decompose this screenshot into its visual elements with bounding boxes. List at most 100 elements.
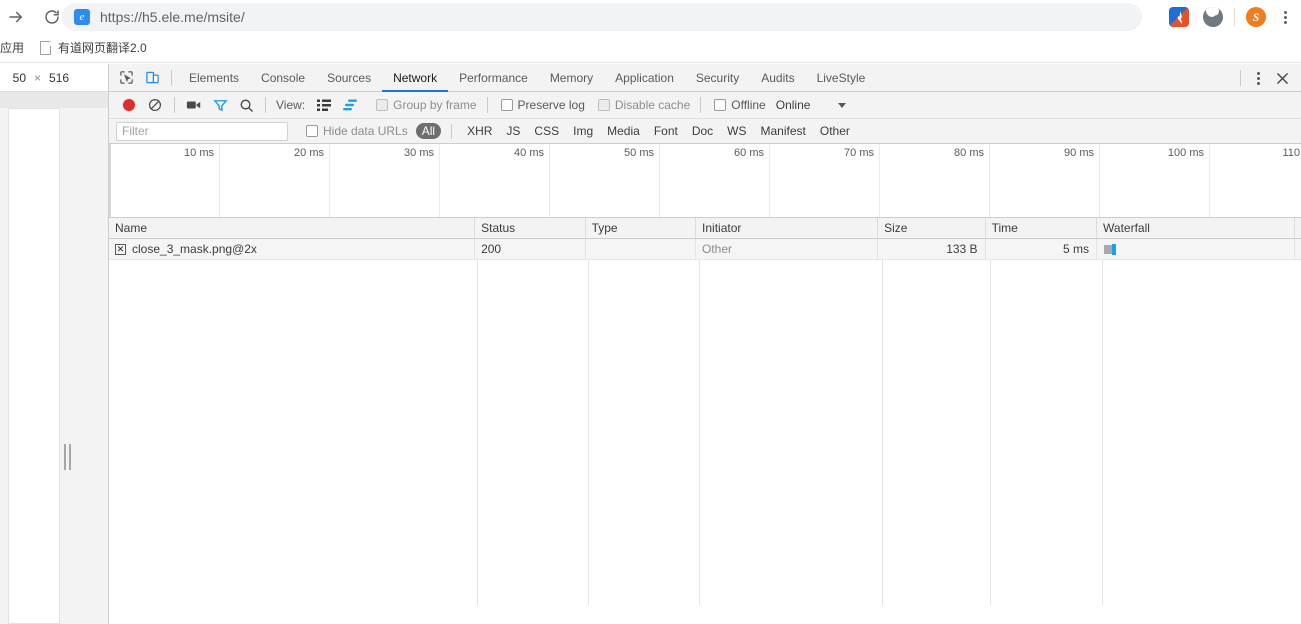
filter-type-img[interactable]: Img — [567, 123, 599, 139]
checkbox-box — [306, 125, 318, 137]
toolbar-divider — [174, 97, 175, 113]
cell-name[interactable]: ✕ close_3_mask.png@2x — [109, 239, 476, 259]
list-view-icon[interactable] — [311, 92, 337, 118]
filter-type-js[interactable]: JS — [500, 123, 526, 139]
address-bar-url[interactable]: https://h5.ele.me/msite/ — [100, 9, 245, 25]
broken-image-icon: ✕ — [115, 243, 126, 255]
clear-icon[interactable] — [142, 92, 168, 118]
browser-menu-icon[interactable] — [1273, 3, 1297, 31]
column-header-name[interactable]: Name — [109, 218, 476, 238]
device-viewport[interactable] — [8, 108, 60, 624]
device-width-input[interactable] — [0, 70, 26, 85]
filter-type-ws[interactable]: WS — [721, 123, 752, 139]
toolbar-divider — [265, 97, 266, 113]
close-devtools-icon[interactable] — [1269, 65, 1295, 91]
resource-type-filters: All XHR JS CSS Img Media Font Doc WS Man… — [415, 123, 857, 139]
avatar[interactable]: S — [1242, 3, 1270, 31]
omnibox[interactable]: e https://h5.ele.me/msite/ — [62, 3, 1142, 31]
table-row[interactable]: ✕ close_3_mask.png@2x 200 Other 133 B 5 … — [109, 239, 1301, 260]
cell-spacer — [1295, 239, 1301, 259]
chevron-down-icon — [838, 102, 847, 108]
requests-table: Name Status Type Initiator Size Time Wat… — [109, 218, 1301, 605]
tab-console[interactable]: Console — [250, 64, 316, 92]
device-resize-handle[interactable] — [62, 438, 72, 476]
toolbar-divider — [1240, 70, 1241, 86]
tab-elements[interactable]: Elements — [178, 64, 250, 92]
disable-cache-checkbox[interactable]: Disable cache — [593, 98, 690, 112]
inspect-element-icon[interactable] — [113, 65, 139, 91]
hide-data-urls-checkbox[interactable]: Hide data URLs — [301, 124, 408, 138]
preserve-log-checkbox[interactable]: Preserve log — [496, 98, 585, 112]
filter-type-other[interactable]: Other — [814, 123, 856, 139]
column-header-time[interactable]: Time — [986, 218, 1098, 238]
bookmark-bar: 应用 有道网页翻译2.0 — [0, 33, 1301, 63]
thunder-extension-icon[interactable] — [1165, 3, 1193, 31]
device-height-input[interactable] — [49, 70, 84, 85]
devtools-panel: Elements Console Sources Network Perform… — [108, 64, 1301, 624]
waterfall-view-icon[interactable] — [337, 92, 363, 118]
cell-waterfall[interactable] — [1097, 239, 1296, 259]
hide-data-urls-label: Hide data URLs — [323, 124, 408, 138]
browser-toolbar: e https://h5.ele.me/msite/ S — [0, 0, 1301, 33]
tab-application[interactable]: Application — [604, 64, 685, 92]
bookmark-item-youdao[interactable]: 有道网页翻译2.0 — [40, 39, 147, 56]
filter-input[interactable] — [116, 121, 288, 141]
devtools-tabbar-right — [1234, 64, 1301, 92]
overview-tick-80ms: 80 ms — [954, 147, 984, 159]
waterfall-download-bar — [1112, 244, 1117, 255]
table-empty-area — [109, 260, 1301, 605]
tab-security[interactable]: Security — [685, 64, 750, 92]
tab-livestyle[interactable]: LiveStyle — [806, 64, 877, 92]
globe-extension-icon[interactable] — [1199, 3, 1227, 31]
checkbox-box — [376, 99, 389, 111]
column-header-initiator[interactable]: Initiator — [696, 218, 879, 238]
column-header-waterfall[interactable]: Waterfall — [1097, 218, 1295, 238]
device-toolbar: × — [0, 64, 108, 92]
column-header-size[interactable]: Size — [878, 218, 986, 238]
filter-type-all[interactable]: All — [415, 123, 442, 139]
filter-icon[interactable] — [207, 92, 233, 118]
filter-type-manifest[interactable]: Manifest — [755, 123, 812, 139]
record-button-icon[interactable] — [116, 92, 142, 118]
view-label: View: — [276, 98, 306, 112]
column-header-spacer — [1295, 218, 1301, 238]
tab-network[interactable]: Network — [382, 64, 448, 92]
device-toolbar-icon[interactable] — [139, 65, 165, 91]
camera-icon[interactable] — [181, 92, 207, 118]
extension-icons: S — [1162, 3, 1297, 31]
network-overview[interactable]: 10 ms 20 ms 30 ms 40 ms 50 ms 60 ms 70 m… — [109, 144, 1301, 218]
filter-type-font[interactable]: Font — [648, 123, 684, 139]
request-name: close_3_mask.png@2x — [132, 241, 257, 256]
search-icon[interactable] — [233, 92, 259, 118]
browser-window: e https://h5.ele.me/msite/ S 应用 有道网页翻译2.… — [0, 0, 1301, 624]
offline-checkbox[interactable]: Offline — [709, 98, 766, 112]
tab-sources[interactable]: Sources — [316, 64, 382, 92]
tab-memory[interactable]: Memory — [539, 64, 604, 92]
devtools-tabbar: Elements Console Sources Network Perform… — [109, 64, 1301, 92]
bookmark-item-label: 有道网页翻译2.0 — [58, 41, 147, 55]
overview-tick-90ms: 90 ms — [1064, 147, 1094, 159]
throttling-select[interactable]: Online — [776, 98, 847, 112]
throttling-value: Online — [775, 98, 811, 112]
overview-tick-30ms: 30 ms — [404, 147, 434, 159]
overview-tick-50ms: 50 ms — [624, 147, 654, 159]
filter-type-xhr[interactable]: XHR — [461, 123, 498, 139]
waterfall-queue-bar — [1104, 245, 1113, 254]
tab-audits[interactable]: Audits — [750, 64, 805, 92]
toolbar-divider — [171, 69, 172, 86]
device-emulation-area: × — [0, 64, 108, 624]
bookmark-apps-label[interactable]: 应用 — [0, 39, 30, 56]
table-header-row: Name Status Type Initiator Size Time Wat… — [109, 218, 1301, 239]
table-column-lines — [109, 260, 1301, 605]
group-by-frame-checkbox[interactable]: Group by frame — [371, 98, 477, 112]
back-arrow-icon[interactable] — [2, 3, 30, 31]
filter-type-media[interactable]: Media — [601, 123, 646, 139]
column-header-type[interactable]: Type — [586, 218, 697, 238]
more-options-icon[interactable] — [1247, 65, 1269, 91]
column-header-status[interactable]: Status — [475, 218, 586, 238]
filter-type-doc[interactable]: Doc — [686, 123, 719, 139]
tab-performance[interactable]: Performance — [448, 64, 539, 92]
filter-type-css[interactable]: CSS — [528, 123, 565, 139]
disable-cache-label: Disable cache — [614, 98, 691, 112]
toolbar-divider — [700, 97, 702, 113]
